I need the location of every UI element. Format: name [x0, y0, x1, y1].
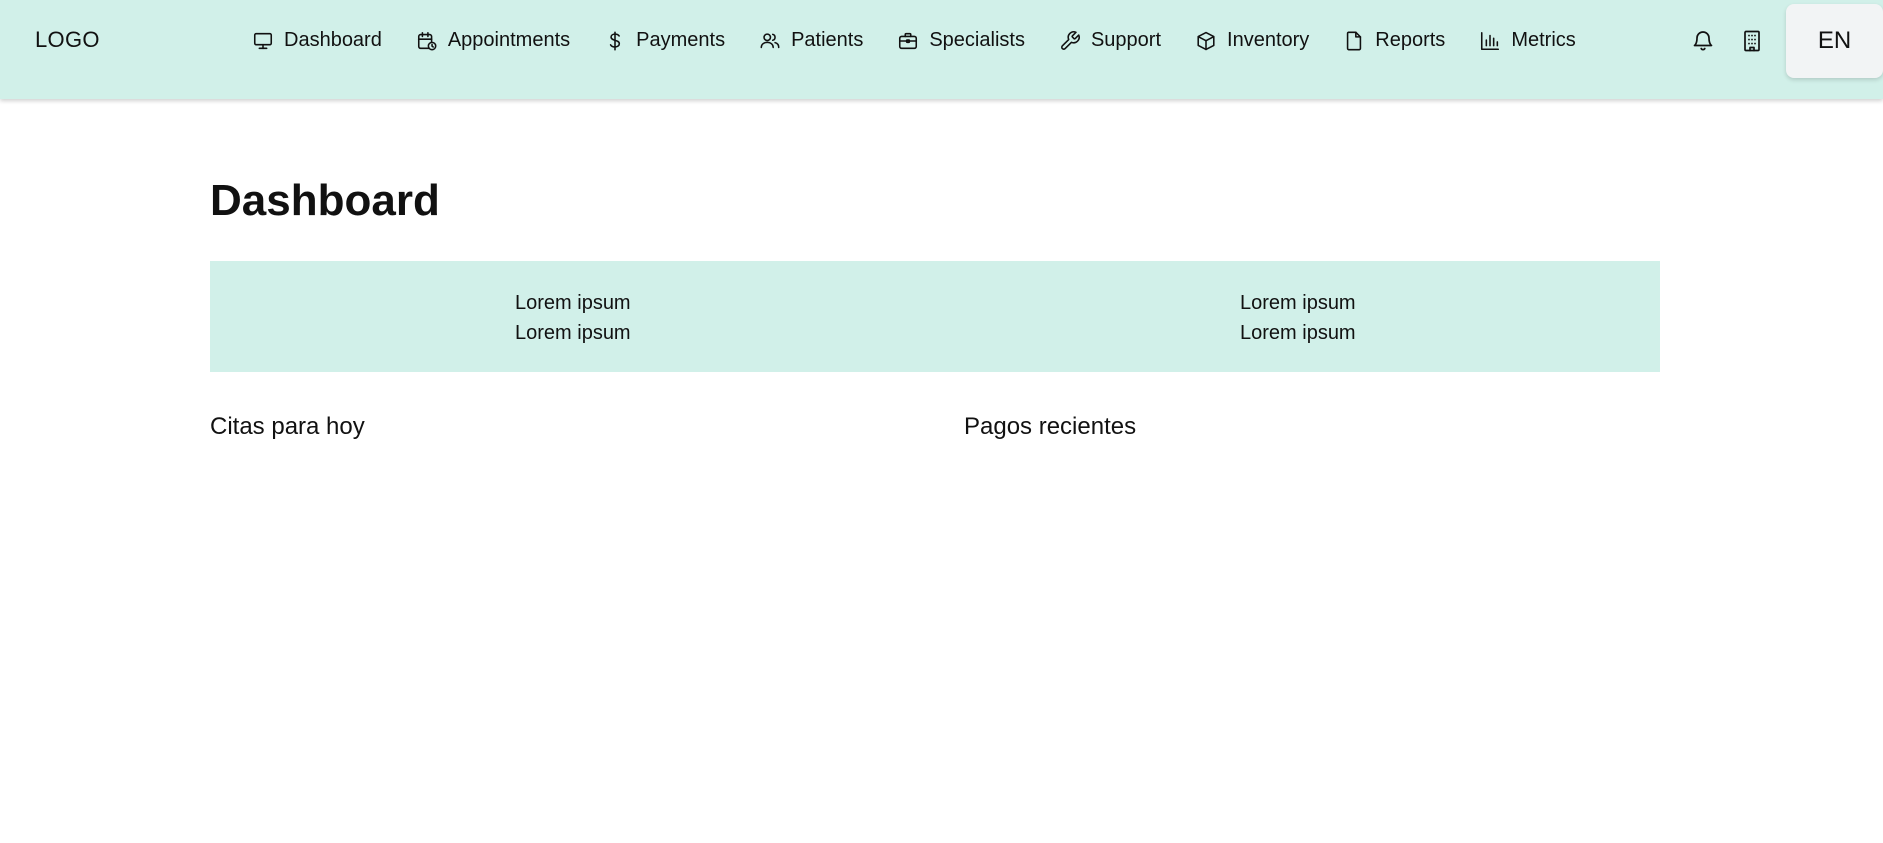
bell-icon — [1693, 30, 1713, 50]
nav-item-reports[interactable]: Reports — [1326, 21, 1462, 61]
header-actions: EN — [1688, 0, 1883, 81]
summary-text: Lorem ipsum — [1240, 292, 1356, 314]
calendar-clock-icon — [417, 31, 437, 50]
nav-item-dashboard[interactable]: Dashboard — [246, 21, 399, 61]
nav-item-label: Metrics — [1511, 29, 1576, 51]
main-nav: Dashboard Appointments Payments Patients… — [246, 0, 1593, 81]
nav-item-inventory[interactable]: Inventory — [1178, 21, 1326, 61]
organization-button[interactable] — [1737, 26, 1767, 56]
nav-item-patients[interactable]: Patients — [742, 21, 880, 61]
nav-item-label: Appointments — [447, 29, 571, 51]
file-icon — [1347, 31, 1362, 50]
dollar-icon — [609, 31, 621, 50]
nav-item-label: Payments — [636, 29, 726, 51]
nav-item-support[interactable]: Support — [1042, 21, 1178, 61]
notifications-button[interactable] — [1688, 26, 1718, 56]
nav-item-appointments[interactable]: Appointments — [399, 21, 587, 61]
summary-text: Lorem ipsum — [1240, 322, 1356, 344]
recent-payments-heading: Pagos recientes — [964, 413, 1137, 440]
logo[interactable]: LOGO — [35, 27, 100, 53]
building-icon — [1744, 30, 1760, 51]
appointments-today-heading: Citas para hoy — [210, 413, 365, 440]
nav-item-label: Dashboard — [284, 29, 382, 51]
top-navigation-bar: LOGO Dashboard Appointments Payments Pat… — [0, 0, 1883, 99]
wrench-icon — [1061, 30, 1080, 50]
nav-item-label: Support — [1090, 29, 1162, 51]
summary-column-2: Lorem ipsum Lorem ipsum — [1240, 288, 1356, 348]
nav-item-label: Inventory — [1227, 29, 1310, 51]
summary-text: Lorem ipsum — [515, 292, 631, 314]
nav-item-label: Reports — [1375, 29, 1446, 51]
summary-panel: Lorem ipsum Lorem ipsum Lorem ipsum Lore… — [210, 261, 1660, 372]
users-icon — [760, 32, 780, 48]
summary-text: Lorem ipsum — [515, 322, 631, 344]
nav-item-label: Specialists — [929, 29, 1025, 51]
nav-item-specialists[interactable]: Specialists — [880, 21, 1042, 61]
box-icon — [1197, 31, 1215, 50]
monitor-icon — [253, 32, 273, 49]
nav-item-label: Patients — [791, 29, 864, 51]
bar-chart-icon — [1481, 31, 1500, 50]
page-title: Dashboard — [210, 176, 440, 225]
briefcase-icon — [899, 32, 918, 49]
nav-item-metrics[interactable]: Metrics — [1462, 21, 1592, 61]
language-selector[interactable]: EN — [1786, 3, 1883, 78]
nav-item-payments[interactable]: Payments — [587, 21, 742, 61]
summary-column-1: Lorem ipsum Lorem ipsum — [515, 288, 631, 348]
